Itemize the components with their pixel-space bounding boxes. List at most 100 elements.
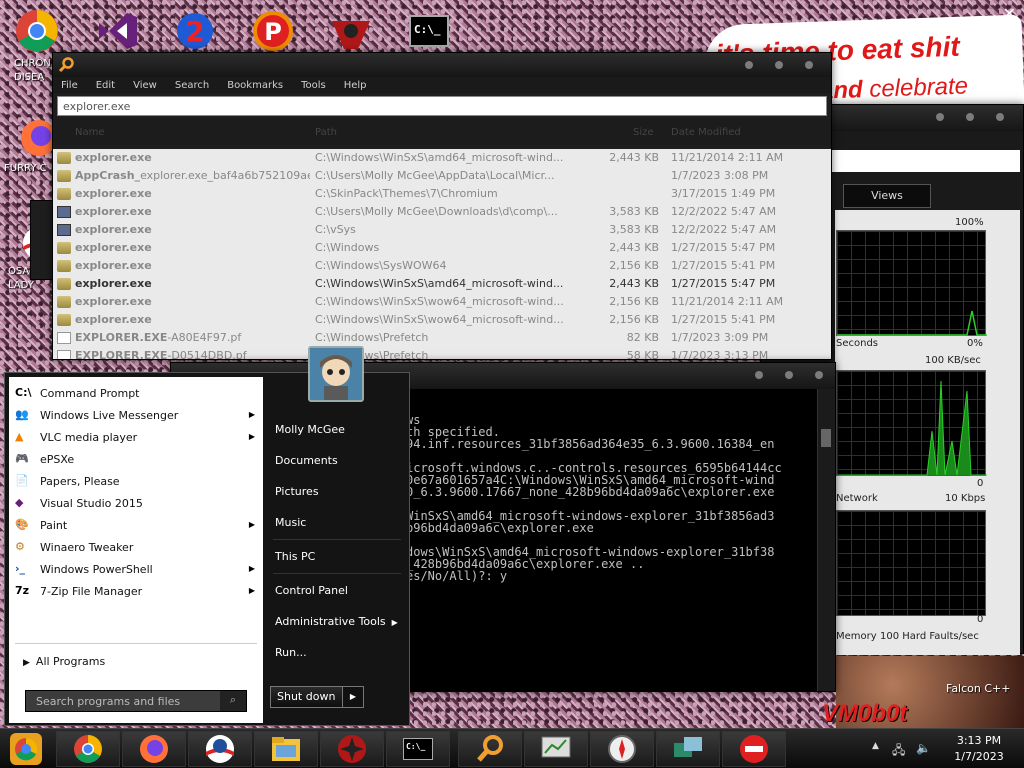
scrollbar-thumb[interactable]: [821, 429, 831, 447]
result-row[interactable]: EXPLORER.EXE-A80E4F97.pf C:\Windows\Prefe…: [53, 329, 831, 347]
column-size[interactable]: Size: [633, 127, 654, 138]
taskbar-stop-app-button[interactable]: [722, 731, 786, 767]
clock[interactable]: 3:13 PM 1/7/2023: [940, 733, 1018, 765]
all-programs-button[interactable]: ▶ All Programs: [23, 655, 105, 668]
maximize-button[interactable]: [785, 371, 793, 379]
result-row[interactable]: explorer.exe C:\Windows\SysWOW64 2,156 KB 1…: [53, 257, 831, 275]
minimize-button[interactable]: [936, 113, 944, 121]
maximize-button[interactable]: [966, 113, 974, 121]
taskbar-everything-button[interactable]: [458, 731, 522, 767]
network-icon[interactable]: 🖧: [892, 741, 905, 762]
start-program-item[interactable]: C:\ Command Prompt: [15, 383, 255, 405]
app2-desktop-icon[interactable]: 2: [170, 8, 220, 54]
folder-icon: [57, 296, 71, 308]
minimize-button[interactable]: [755, 371, 763, 379]
show-hidden-icons-button[interactable]: ▲: [872, 741, 879, 751]
result-row[interactable]: explorer.exe C:\vSys 3,583 KB 12/2/2022 5:4…: [53, 221, 831, 239]
result-row[interactable]: explorer.exe C:\Windows\WinSxS\amd64_micr…: [53, 149, 831, 167]
close-button[interactable]: [805, 61, 813, 69]
menu-edit[interactable]: Edit: [96, 80, 115, 91]
result-row[interactable]: AppCrash_explorer.exe_baf4a6b752109aef..…: [53, 167, 831, 185]
start-program-item[interactable]: ▲ VLC media player ▶: [15, 427, 255, 449]
chrome-desktop-icon[interactable]: [12, 8, 62, 54]
close-button[interactable]: [996, 113, 1004, 121]
taskbar-compass-app-button[interactable]: [590, 731, 654, 767]
p-app-desktop-icon[interactable]: P: [248, 8, 298, 54]
document-icon: 📄: [15, 474, 29, 487]
administrative-tools-link[interactable]: Administrative Tools ▶: [275, 615, 398, 628]
search-input[interactable]: explorer.exe: [57, 96, 827, 116]
taskbar-network-app-button[interactable]: [656, 731, 720, 767]
volume-icon[interactable]: 🔈: [916, 741, 931, 755]
result-row[interactable]: explorer.exe C:\Windows\WinSxS\amd64_micr…: [53, 275, 831, 293]
start-button[interactable]: [6, 731, 46, 767]
result-size: 3,583 KB: [609, 205, 659, 218]
taskbar-fan-app-button[interactable]: [320, 731, 384, 767]
result-name: explorer.exe: [75, 205, 152, 218]
arrow-right-icon: ▶: [248, 410, 255, 419]
start-program-item[interactable]: ›_ Windows PowerShell ▶: [15, 559, 255, 581]
everything-search-window: File Edit View Search Bookmarks Tools He…: [52, 52, 832, 360]
views-tab[interactable]: Views: [843, 184, 931, 208]
menu-tools[interactable]: Tools: [301, 80, 326, 91]
start-search-input[interactable]: Search programs and files ⌕: [25, 690, 247, 712]
run-link[interactable]: Run...: [275, 646, 307, 659]
start-program-item[interactable]: 📄 Papers, Please: [15, 471, 255, 493]
menu-help[interactable]: Help: [344, 80, 367, 91]
result-row[interactable]: explorer.exe C:\Users\Molly McGee\Downloa…: [53, 203, 831, 221]
menu-file[interactable]: File: [61, 80, 78, 91]
start-program-item[interactable]: ◆ Visual Studio 2015: [15, 493, 255, 515]
cmd-desktop-icon[interactable]: C:\_: [404, 8, 454, 54]
start-program-item[interactable]: 👥 Windows Live Messenger ▶: [15, 405, 255, 427]
control-panel-link[interactable]: Control Panel: [275, 584, 348, 597]
result-row[interactable]: explorer.exe C:\Windows\WinSxS\wow64_micr…: [53, 311, 831, 329]
disk-graph: [836, 370, 987, 476]
taskbar-task-manager-button[interactable]: [524, 731, 588, 767]
start-program-item[interactable]: ⚙ Winaero Tweaker: [15, 537, 255, 559]
column-name[interactable]: Name: [75, 127, 105, 138]
taskbar-firefox-button[interactable]: [122, 731, 186, 767]
taskbar-command-prompt-button[interactable]: C:\_: [386, 731, 450, 767]
console-scrollbar[interactable]: [817, 389, 835, 691]
disk-min-label: 0: [977, 478, 984, 489]
pictures-link[interactable]: Pictures: [275, 485, 319, 498]
column-path[interactable]: Path: [315, 127, 337, 138]
menu-search[interactable]: Search: [175, 80, 209, 91]
close-icon[interactable]: ✕: [1003, 4, 1016, 23]
visual-studio-desktop-icon[interactable]: [92, 8, 142, 54]
menu-view[interactable]: View: [133, 80, 157, 91]
start-program-item[interactable]: 7z 7-Zip File Manager ▶: [15, 581, 255, 603]
close-button[interactable]: [815, 371, 823, 379]
result-row[interactable]: EXPLORER.EXE-D0514DBD.pf C:\Windows\Prefe…: [53, 347, 831, 359]
result-row[interactable]: explorer.exe C:\Windows\WinSxS\wow64_micr…: [53, 293, 831, 311]
taskbar-obama-logo-button[interactable]: [188, 731, 252, 767]
documents-link[interactable]: Documents: [275, 454, 338, 467]
taskbar-file-explorer-button[interactable]: [254, 731, 318, 767]
result-name: explorer.exe: [75, 223, 152, 236]
music-link[interactable]: Music: [275, 516, 306, 529]
menu-bookmarks[interactable]: Bookmarks: [227, 80, 283, 91]
result-path: C:\Users\Molly McGee\AppData\Local\Micr.…: [315, 169, 555, 182]
program-label: Windows Live Messenger: [40, 409, 179, 422]
file-icon: [57, 350, 71, 359]
banner-text-line2: and celebrate: [819, 72, 969, 105]
search-icon[interactable]: ⌕: [220, 691, 246, 711]
start-program-item[interactable]: 🎮 ePSXe: [15, 449, 255, 471]
start-program-item[interactable]: 🎨 Paint ▶: [15, 515, 255, 537]
minimize-button[interactable]: [745, 61, 753, 69]
result-row[interactable]: explorer.exe C:\SkinPack\Themes\7\Chromiu…: [53, 185, 831, 203]
column-date-modified[interactable]: Date Modified: [671, 127, 741, 138]
result-row[interactable]: explorer.exe C:\Windows 2,443 KB 1/27/2015 …: [53, 239, 831, 257]
this-pc-link[interactable]: This PC: [275, 550, 315, 563]
user-folder-link[interactable]: Molly McGee: [275, 423, 345, 436]
shutdown-options-button[interactable]: ▶: [342, 686, 364, 708]
maximize-button[interactable]: [775, 61, 783, 69]
start-menu: C:\ Command Prompt 👥 Windows Live Messenger…: [4, 372, 410, 726]
taskbar-chrome-button[interactable]: [56, 731, 120, 767]
everything-titlebar[interactable]: [53, 53, 831, 77]
result-name: explorer.exe: [75, 151, 152, 164]
user-avatar[interactable]: [308, 346, 364, 402]
fan-app-desktop-icon[interactable]: [326, 8, 376, 54]
column-header: Name Path Size Date Modified: [53, 119, 831, 145]
executable-icon: [57, 224, 71, 236]
